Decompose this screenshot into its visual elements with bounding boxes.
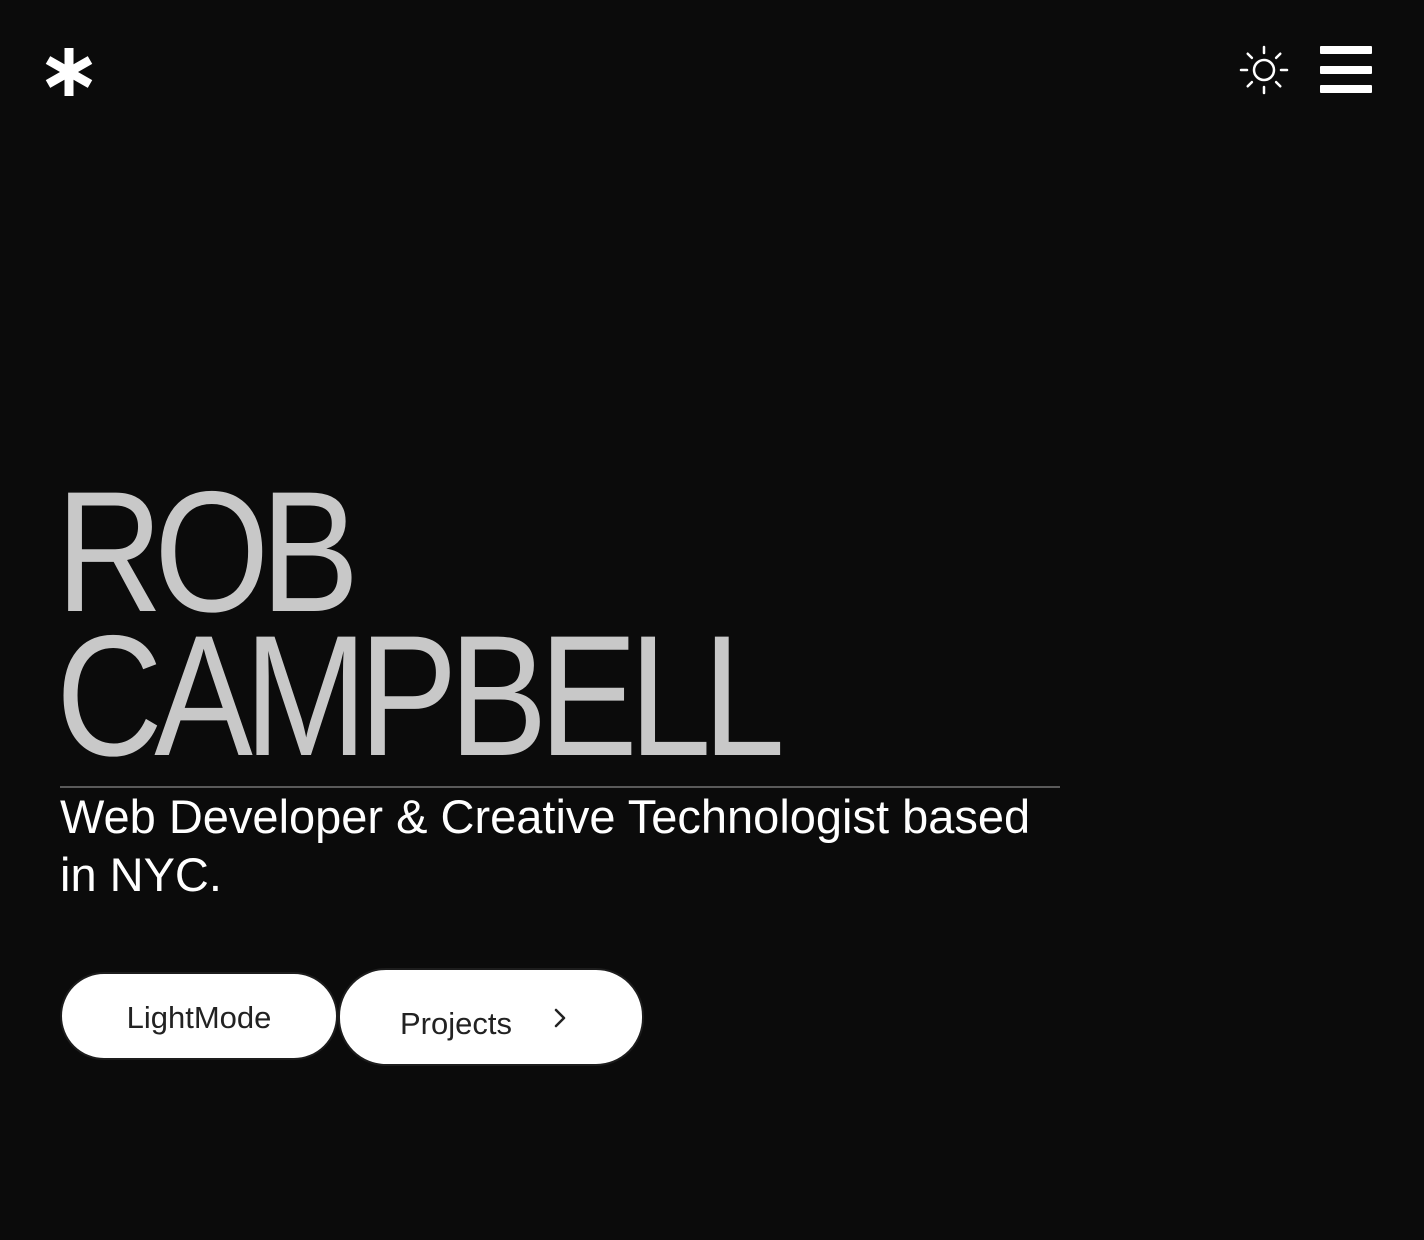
lightmode-button[interactable]: LightMode xyxy=(60,972,338,1060)
projects-button-label: Projects xyxy=(400,1006,512,1041)
asterisk-logo-icon[interactable] xyxy=(44,44,94,100)
hero-tagline: Web Developer & Creative Technologist ba… xyxy=(60,790,1031,901)
sun-icon[interactable] xyxy=(1238,44,1290,96)
chevron-right-icon xyxy=(552,1002,568,1028)
hero-name-last: CAMPBELL xyxy=(56,600,785,792)
lightmode-button-label: LightMode xyxy=(126,1000,272,1035)
hero-name-heading: ROB CAMPBELL xyxy=(56,466,785,792)
hamburger-menu-icon[interactable] xyxy=(1318,44,1374,96)
projects-button[interactable]: Projects xyxy=(338,968,644,1066)
